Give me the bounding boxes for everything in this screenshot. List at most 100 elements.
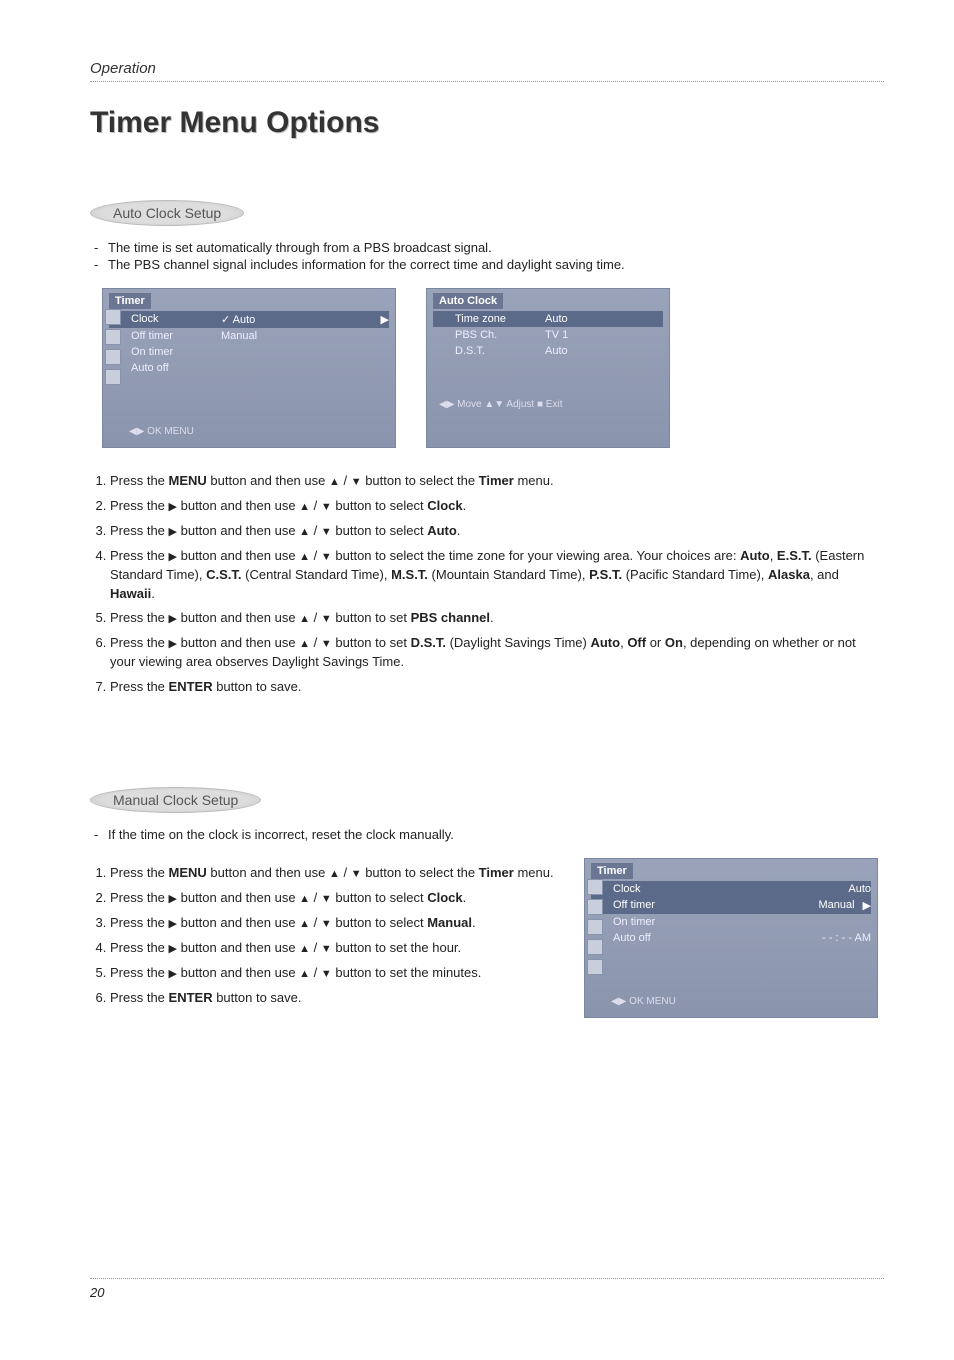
osd-tab-icons <box>587 879 603 979</box>
t: button and then use <box>207 473 329 488</box>
t: Press the <box>110 610 169 625</box>
t: . <box>463 498 467 513</box>
note: If the time on the clock is incorrect, r… <box>108 827 884 842</box>
t: button to select the time zone for your … <box>332 548 740 563</box>
down-arrow-icon <box>321 498 332 513</box>
timer-label: Timer <box>479 865 514 880</box>
t: button and then use <box>177 915 299 930</box>
down-arrow-icon <box>321 965 332 980</box>
page: Operation Timer Menu Options Auto Clock … <box>0 0 954 1360</box>
osd-key: PBS Ch. <box>455 329 545 341</box>
tz-alaska: Alaska <box>768 567 810 582</box>
osd-row: Auto off <box>109 360 389 376</box>
osd-hints: ◀▶ OK MENU <box>591 996 871 1007</box>
osd-key: Off timer <box>613 899 703 912</box>
osd-title: Timer <box>109 293 151 309</box>
down-arrow-icon <box>321 523 332 538</box>
step: Press the ENTER button to save. <box>110 678 884 697</box>
manual-heading: Manual Clock Setup <box>90 787 261 813</box>
tz-auto: Auto <box>740 548 770 563</box>
up-arrow-icon <box>299 915 310 930</box>
right-arrow-icon <box>169 635 177 650</box>
osd-hints: ◀▶ Move ▲▼ Adjust ■ Exit <box>433 399 663 410</box>
menu-label: MENU <box>169 473 207 488</box>
osd-val: Manual <box>221 330 257 342</box>
section-label: Operation <box>90 60 156 77</box>
note: The time is set automatically through fr… <box>108 240 884 255</box>
osd-icon <box>587 919 603 935</box>
t: button to select <box>332 890 427 905</box>
osd-timer: Timer Clock ✓ Auto ▶ Off timer Manual On… <box>102 288 396 448</box>
step: Press the button and then use / button t… <box>110 609 884 628</box>
auto-label: Auto <box>427 523 457 538</box>
osd-val: Auto <box>545 345 568 357</box>
t: button and then use <box>177 635 299 650</box>
t: Press the <box>110 940 169 955</box>
footer: 20 <box>90 1278 884 1300</box>
step: Press the MENU button and then use / but… <box>110 472 884 491</box>
osd-key: Auto off <box>613 932 703 944</box>
tz-est: E.S.T. <box>777 548 812 563</box>
right-arrow-icon <box>169 523 177 538</box>
up-arrow-icon <box>299 610 310 625</box>
t: or <box>646 635 665 650</box>
t: button to select the <box>362 865 479 880</box>
t: . <box>457 523 461 538</box>
step: Press the button and then use / button t… <box>110 522 884 541</box>
t: button and then use <box>177 523 299 538</box>
menu-label: MENU <box>169 865 207 880</box>
osd-val: - - : - - AM <box>822 932 871 944</box>
osd-timer-manual: Timer Clock Auto Off timer Manual ▶ On t… <box>584 858 878 1018</box>
manual-clock-section: Manual Clock Setup If the time on the cl… <box>90 787 884 1058</box>
osd-key: Auto off <box>131 362 221 374</box>
manual-steps: Press the MENU button and then use / but… <box>90 864 560 1008</box>
up-arrow-icon <box>299 890 310 905</box>
up-arrow-icon <box>329 865 340 880</box>
t: Press the <box>110 473 169 488</box>
osd-row: Clock Auto <box>591 881 871 897</box>
right-arrow-icon <box>169 890 177 905</box>
step: Press the button and then use / button t… <box>110 634 884 672</box>
clock-label: Clock <box>427 890 462 905</box>
t: button and then use <box>177 940 299 955</box>
t: button to set <box>332 635 411 650</box>
osd-key: Time zone <box>455 313 545 325</box>
osd-icon <box>105 309 121 325</box>
t: . <box>490 610 494 625</box>
auto-steps: Press the MENU button and then use / but… <box>90 472 884 697</box>
osd-row: Time zone Auto <box>433 311 663 327</box>
t: . <box>463 890 467 905</box>
step: Press the button and then use / button t… <box>110 889 560 908</box>
osd-row: D.S.T. Auto <box>433 343 663 359</box>
osd-key: On timer <box>131 346 221 358</box>
down-arrow-icon <box>351 865 362 880</box>
t: button and then use <box>207 865 329 880</box>
manual-notes: If the time on the clock is incorrect, r… <box>90 827 884 842</box>
tz-cst: C.S.T. <box>206 567 241 582</box>
t: Press the <box>110 523 169 538</box>
up-arrow-icon <box>299 498 310 513</box>
t: Press the <box>110 990 169 1005</box>
page-number: 20 <box>90 1285 104 1300</box>
timer-label: Timer <box>479 473 514 488</box>
osd-key: Clock <box>131 313 221 326</box>
header: Operation <box>90 60 884 82</box>
dst-label: D.S.T. <box>411 635 446 650</box>
t: button to save. <box>213 990 302 1005</box>
osd-row: On timer <box>109 344 389 360</box>
right-arrow-icon <box>169 965 177 980</box>
t: , <box>770 548 777 563</box>
osd-icon <box>105 329 121 345</box>
step: Press the button and then use / button t… <box>110 547 884 604</box>
clock-label: Clock <box>427 498 462 513</box>
osd-val: ✓ Auto <box>221 313 255 326</box>
t: button and then use <box>177 890 299 905</box>
right-arrow-icon <box>169 915 177 930</box>
osd-row: Off timer Manual <box>109 328 389 344</box>
auto-osd-row: Timer Clock ✓ Auto ▶ Off timer Manual On… <box>102 288 884 448</box>
opt-on: On <box>665 635 683 650</box>
osd-title: Timer <box>591 863 633 879</box>
osd-icon <box>587 939 603 955</box>
t: button to set the hour. <box>332 940 461 955</box>
osd-val: TV 1 <box>545 329 568 341</box>
